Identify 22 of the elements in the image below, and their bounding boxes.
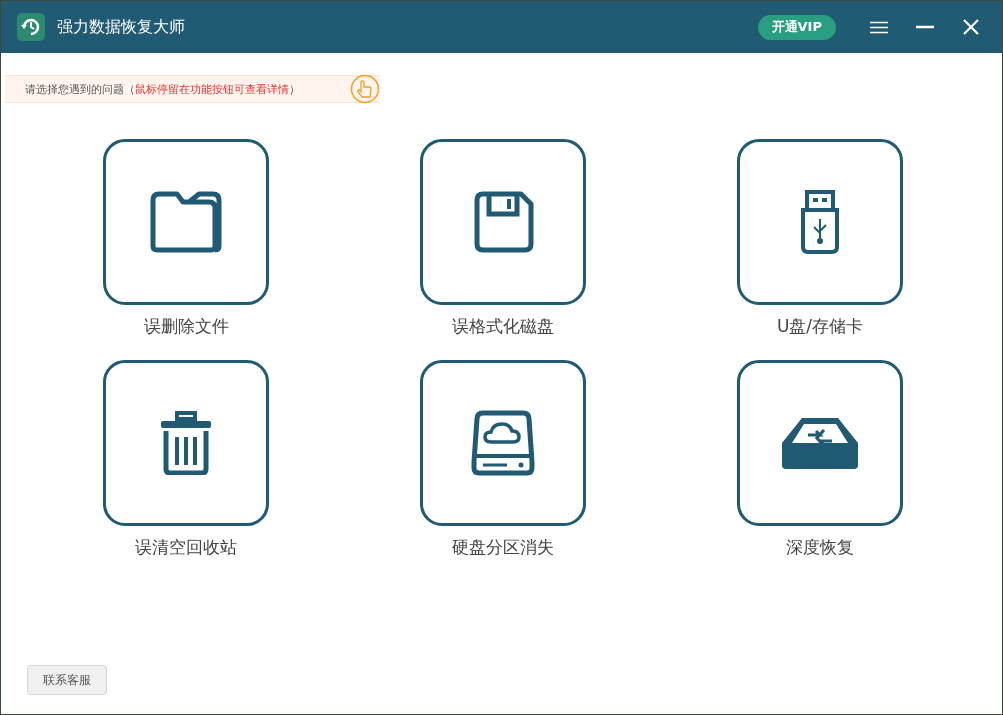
recovery-option-button[interactable] — [737, 139, 903, 305]
recovery-option-button[interactable] — [420, 139, 586, 305]
recovery-option-button[interactable] — [737, 360, 903, 526]
pointing-hand-icon — [350, 74, 380, 104]
option-label: U盘/存储卡 — [776, 315, 864, 338]
option-label: 误清空回收站 — [135, 536, 237, 559]
option-label: 误删除文件 — [143, 315, 229, 338]
inbox-tray-icon — [780, 415, 860, 471]
window-title: 强力数据恢复大师 — [57, 16, 186, 38]
recovery-option-button[interactable] — [103, 360, 269, 526]
contact-support-button[interactable]: 联系客服 — [27, 665, 107, 695]
folder-icon — [149, 190, 223, 254]
recovery-option-button[interactable] — [103, 139, 269, 305]
recovery-option-button[interactable] — [420, 360, 586, 526]
option-label: 误格式化磁盘 — [452, 315, 554, 338]
option-label: 深度恢复 — [786, 536, 854, 559]
app-logo-icon — [17, 13, 45, 41]
hint-text: 请选择您遇到的问题（鼠标停留在功能按钮可查看详情） — [25, 81, 300, 97]
hard-drive-cloud-icon — [471, 410, 535, 476]
trash-can-icon — [159, 411, 213, 475]
option-label: 硬盘分区消失 — [452, 536, 554, 559]
usb-drive-icon — [800, 189, 840, 255]
